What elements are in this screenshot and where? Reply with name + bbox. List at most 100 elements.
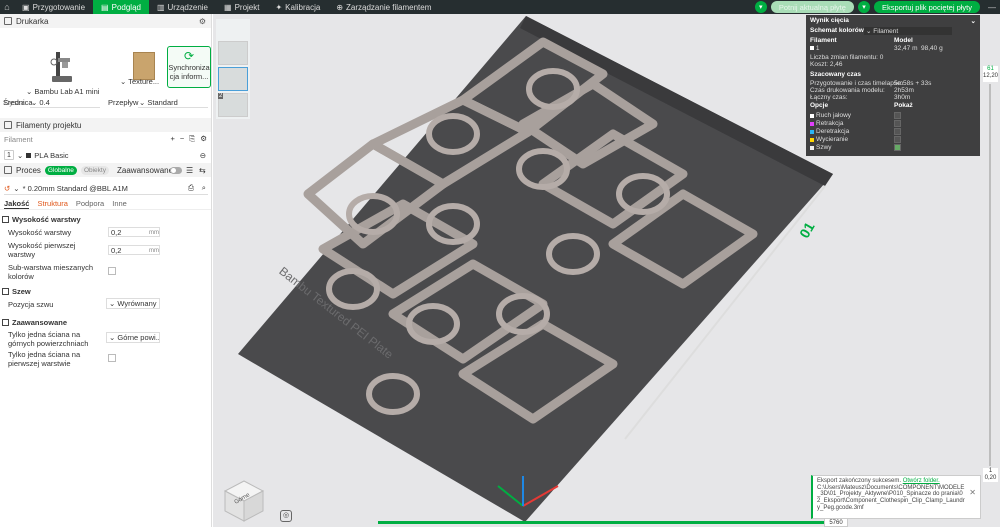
minimize-icon[interactable]: — — [984, 3, 1000, 12]
filament-length: 32,47 m — [894, 45, 918, 52]
sync-button[interactable]: ⟳ Synchroniza cja inform... — [167, 46, 211, 88]
plate-thumb-active[interactable] — [218, 67, 248, 91]
printer-icon — [4, 17, 12, 25]
slice-results-panel: Wynik cięcia ⌄ Schemat kolorów ⌄ Filament… — [806, 15, 980, 156]
group-seam: Szew — [2, 287, 31, 296]
unit-label: mm — [149, 248, 159, 254]
estimated-time-header: Szacowany czas — [810, 71, 861, 78]
retract-checkbox[interactable] — [894, 120, 901, 127]
single-wall-top-select[interactable]: ⌄ Górne powi... — [106, 332, 160, 343]
search-icon[interactable]: ⌕ — [202, 183, 206, 193]
prepare-icon: ▣ — [22, 2, 30, 12]
process-preset-select[interactable]: ↺ ⌄ * 0.20mm Standard @BBL A1M ⎙ ⌕ — [4, 182, 208, 195]
unit-label: mm — [149, 230, 159, 236]
save-preset-icon[interactable]: ⎙ — [188, 183, 194, 193]
layer-top-label[interactable]: 61 12,20 — [983, 66, 998, 82]
diameter-select[interactable]: ⌄ 0.4 — [30, 98, 100, 108]
filament-weight: 98,40 g — [921, 45, 943, 52]
filament-manage-icon: ⊕ — [336, 2, 344, 12]
flow-select[interactable]: ⌄ Standard — [138, 98, 208, 108]
layer-bottom-label[interactable]: 1 0,20 — [983, 468, 998, 482]
collapse-icon[interactable]: ⌄ — [971, 17, 976, 25]
printer-name[interactable]: ⌄ Bambu Lab A1 mini — [26, 87, 99, 96]
filament-settings-icon[interactable]: ⚙ — [200, 134, 207, 144]
layer-slider[interactable] — [989, 84, 991, 466]
col-filament: Filament — [810, 37, 837, 44]
badge-objects[interactable]: Obiekty — [80, 165, 109, 175]
calibration-icon: ✦ — [275, 2, 283, 12]
tab-device[interactable]: ▥ Urządzenie — [149, 0, 216, 14]
sublayer-label: Sub-warstwa mieszanych kolorów — [8, 263, 94, 281]
plate-thumb[interactable] — [218, 41, 248, 65]
deretract-checkbox[interactable] — [894, 128, 901, 135]
legend-wipe: Wycieranie — [810, 136, 848, 143]
tab-preview[interactable]: ▤ Podgląd — [93, 0, 149, 14]
plate-type[interactable]: ⌄ Texture... — [120, 77, 159, 86]
group-advanced: Zaawansowane — [2, 318, 67, 327]
legend-travel: Ruch jałowy — [810, 112, 851, 119]
printer-section-header: Drukarka ⚙ — [0, 14, 211, 28]
project-icon: ▦ — [224, 2, 232, 12]
left-panel: Drukarka ⚙ ⌄ Bambu Lab A1 mini ⌄ Texture… — [0, 14, 212, 527]
move-slider[interactable] — [378, 521, 828, 524]
slice-plate-button[interactable]: Potnij aktualną płytę — [770, 1, 854, 13]
advanced-icon — [2, 319, 9, 326]
process-tabs: Jakość Struktura Podpora Inne — [0, 198, 211, 210]
tab-quality[interactable]: Jakość — [4, 199, 30, 209]
tab-support[interactable]: Podpora — [76, 199, 104, 208]
compare-icon[interactable]: ⇆ — [199, 166, 206, 175]
legend-deretract: Deretrakcja — [810, 128, 849, 135]
filament-row: 1 — [810, 45, 819, 52]
chevron-down-icon: ⌄ — [13, 183, 20, 193]
top-bar: ⌂ ▣ Przygotowanie ▤ Podgląd ▥ Urządzenie ▦ P… — [0, 0, 1000, 14]
slice-dropdown-button[interactable]: ▾ — [754, 1, 767, 13]
plate-image[interactable] — [133, 52, 155, 80]
remove-filament-icon[interactable]: − — [180, 134, 184, 144]
tab-other[interactable]: Inne — [112, 199, 127, 208]
col-model: Model — [894, 37, 913, 44]
export-plate-button[interactable]: Eksportuj plik pociętej płyty — [873, 1, 980, 13]
tab-project[interactable]: ▦ Projekt — [216, 0, 267, 14]
list-icon[interactable]: ☰ — [186, 166, 193, 175]
color-scheme-label: Schemat kolorów — [810, 27, 864, 34]
preview-icon: ▤ — [101, 2, 109, 12]
seam-position-select[interactable]: ⌄ Wyrównany — [106, 298, 160, 309]
filament-edit-icon[interactable]: ⎘ — [189, 134, 195, 144]
fit-view-icon[interactable]: ◎ — [280, 510, 292, 522]
travel-checkbox[interactable] — [894, 112, 901, 119]
show-header: Pokaż — [894, 102, 913, 109]
filament-remove-icon[interactable]: ⊖ — [200, 151, 206, 160]
advanced-toggle[interactable] — [170, 167, 182, 174]
legend-seams: Szwy — [810, 144, 832, 151]
tab-calibration[interactable]: ✦ Kalibracja — [267, 0, 328, 14]
close-icon[interactable]: ✕ — [969, 489, 976, 497]
export-dropdown-button[interactable]: ▾ — [857, 1, 870, 13]
single-wall-top-label: Tylko jedna ściana na górnych powierzchn… — [8, 330, 89, 348]
move-slider-value[interactable]: 5760 — [824, 518, 848, 527]
color-scheme-select[interactable]: ⌄ Filament — [864, 27, 952, 35]
filament-index: 1 — [4, 150, 14, 160]
sublayer-checkbox[interactable] — [108, 267, 116, 275]
open-folder-link[interactable]: Otwórz folder. — [903, 478, 940, 484]
prep-time-value: 5m58s + 33s — [894, 80, 932, 87]
process-section-header: Proces Globalne Obiekty Zaawansowane ☰ ⇆ — [0, 163, 211, 177]
wipe-checkbox[interactable] — [894, 136, 901, 143]
printer-image[interactable] — [48, 50, 74, 84]
add-filament-icon[interactable]: + — [170, 134, 174, 144]
filament-color — [810, 46, 814, 50]
seams-checkbox[interactable] — [894, 144, 901, 151]
layer-icon — [2, 216, 9, 223]
settings-icon[interactable]: ⚙ — [199, 17, 206, 26]
plate-thumb-2[interactable]: 2 — [218, 93, 248, 117]
tab-filament-manage[interactable]: ⊕ Zarządzanie filamentem — [328, 0, 439, 14]
badge-global[interactable]: Globalne — [44, 165, 77, 175]
tab-prepare[interactable]: ▣ Przygotowanie — [14, 0, 93, 14]
plate-thumbnails: 2 — [216, 19, 250, 119]
tab-structure[interactable]: Struktura — [37, 199, 67, 208]
build-plate — [238, 16, 833, 522]
reset-icon[interactable]: ↺ — [4, 184, 10, 193]
filament-item[interactable]: 1 ⌄ PLA Basic ⊖ — [0, 148, 211, 162]
seam-position-label: Pozycja szwu — [8, 300, 54, 309]
home-icon[interactable]: ⌂ — [0, 0, 14, 14]
single-wall-first-checkbox[interactable] — [108, 354, 116, 362]
